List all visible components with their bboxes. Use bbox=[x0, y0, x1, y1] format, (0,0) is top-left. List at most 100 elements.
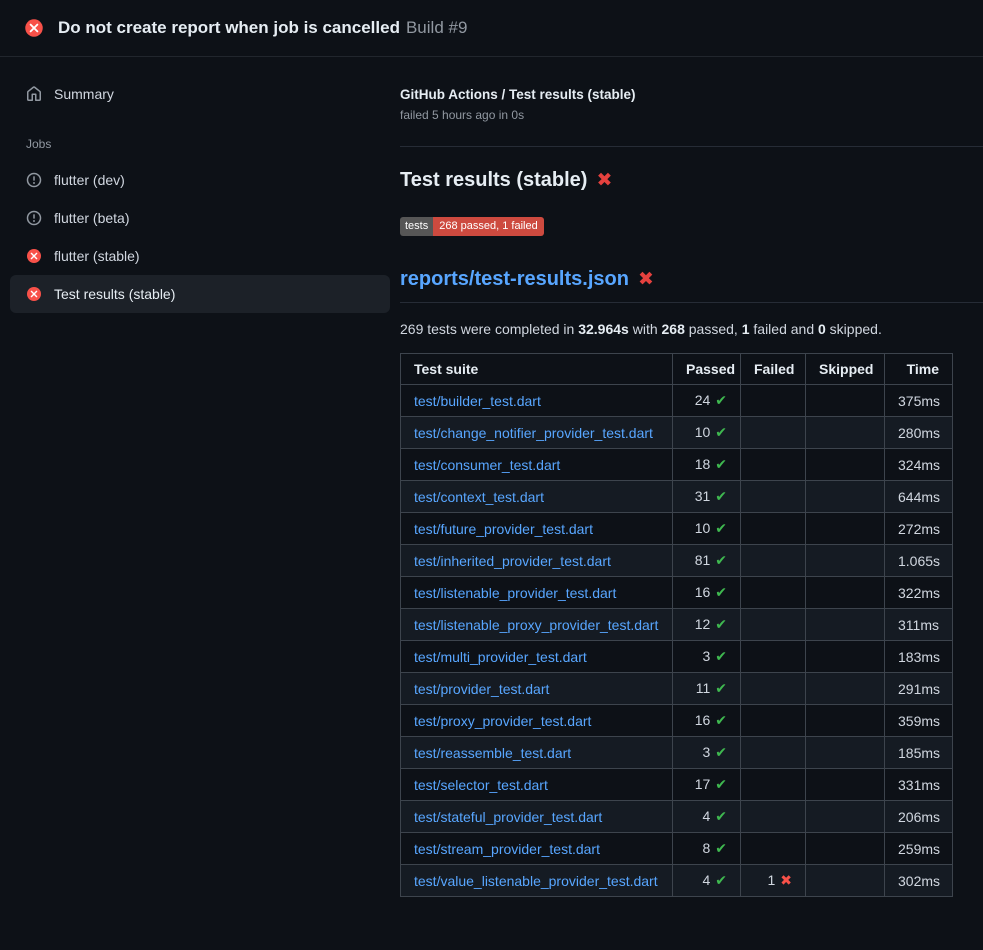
passed-count: 11 bbox=[696, 680, 711, 696]
check-icon: ✔ bbox=[715, 808, 727, 824]
check-icon: ✔ bbox=[715, 392, 727, 408]
table-row: test/listenable_provider_test.dart 16✔ 3… bbox=[401, 577, 953, 609]
time-cell: 1.065s bbox=[885, 545, 953, 577]
suite-link[interactable]: test/proxy_provider_test.dart bbox=[414, 713, 591, 729]
sidebar-item-test-results-stable[interactable]: Test results (stable) bbox=[10, 275, 390, 313]
suite-cell: test/multi_provider_test.dart bbox=[401, 641, 673, 673]
suite-link[interactable]: test/selector_test.dart bbox=[414, 777, 548, 793]
skipped-cell bbox=[806, 769, 885, 801]
time-cell: 359ms bbox=[885, 705, 953, 737]
suite-link[interactable]: test/future_provider_test.dart bbox=[414, 521, 593, 537]
passed-cell: 10✔ bbox=[673, 513, 741, 545]
suite-link[interactable]: test/change_notifier_provider_test.dart bbox=[414, 425, 653, 441]
col-header-test-suite: Test suite bbox=[401, 354, 673, 385]
check-icon: ✔ bbox=[715, 584, 727, 600]
suite-cell: test/proxy_provider_test.dart bbox=[401, 705, 673, 737]
passed-count: 3 bbox=[702, 744, 710, 760]
check-icon: ✔ bbox=[715, 616, 727, 632]
check-run-title: Do not create report when job is cancell… bbox=[58, 18, 400, 37]
job-label: flutter (dev) bbox=[54, 172, 125, 188]
build-number: Build #9 bbox=[406, 18, 467, 37]
suite-cell: test/value_listenable_provider_test.dart bbox=[401, 865, 673, 897]
check-icon: ✔ bbox=[715, 552, 727, 568]
suite-link[interactable]: test/reassemble_test.dart bbox=[414, 745, 571, 761]
suite-link[interactable]: test/builder_test.dart bbox=[414, 393, 541, 409]
table-row: test/inherited_provider_test.dart 81✔ 1.… bbox=[401, 545, 953, 577]
job-label: flutter (beta) bbox=[54, 210, 129, 226]
suite-link[interactable]: test/stream_provider_test.dart bbox=[414, 841, 600, 857]
time-cell: 324ms bbox=[885, 449, 953, 481]
skipped-cell bbox=[806, 737, 885, 769]
run-status-text: failed 5 hours ago in 0s bbox=[400, 108, 983, 122]
table-row: test/selector_test.dart 17✔ 331ms bbox=[401, 769, 953, 801]
check-icon: ✔ bbox=[715, 744, 727, 760]
passed-count: 10 bbox=[695, 520, 711, 536]
sidebar-item-flutter-beta[interactable]: flutter (beta) bbox=[10, 199, 390, 237]
time-cell: 185ms bbox=[885, 737, 953, 769]
passed-cell: 31✔ bbox=[673, 481, 741, 513]
skipped-cell bbox=[806, 641, 885, 673]
failed-cell: 1✖ bbox=[741, 865, 806, 897]
skipped-cell bbox=[806, 385, 885, 417]
passed-count: 16 bbox=[695, 712, 711, 728]
failed-cell bbox=[741, 737, 806, 769]
suite-link[interactable]: test/inherited_provider_test.dart bbox=[414, 553, 611, 569]
passed-count: 18 bbox=[695, 456, 711, 472]
passed-count: 3 bbox=[702, 648, 710, 664]
suite-link[interactable]: test/listenable_proxy_provider_test.dart bbox=[414, 617, 658, 633]
neutral-status-icon bbox=[26, 172, 42, 188]
report-heading: reports/test-results.json ✖ bbox=[400, 268, 983, 303]
jobs-section-heading: Jobs bbox=[26, 137, 390, 151]
table-row: test/future_provider_test.dart 10✔ 272ms bbox=[401, 513, 953, 545]
failed-cell bbox=[741, 513, 806, 545]
time-cell: 331ms bbox=[885, 769, 953, 801]
time-cell: 311ms bbox=[885, 609, 953, 641]
check-icon: ✔ bbox=[715, 680, 727, 696]
failed-status-icon bbox=[26, 248, 42, 264]
passed-cell: 16✔ bbox=[673, 577, 741, 609]
suite-link[interactable]: test/listenable_provider_test.dart bbox=[414, 585, 616, 601]
check-icon: ✔ bbox=[715, 424, 727, 440]
skipped-cell bbox=[806, 545, 885, 577]
page-title: Do not create report when job is cancell… bbox=[58, 18, 467, 38]
badge-row: tests 268 passed, 1 failed bbox=[400, 216, 983, 236]
sidebar-item-flutter-dev[interactable]: flutter (dev) bbox=[10, 161, 390, 199]
suite-link[interactable]: test/value_listenable_provider_test.dart bbox=[414, 873, 658, 889]
sidebar-item-summary[interactable]: Summary bbox=[10, 77, 390, 111]
skipped-cell bbox=[806, 577, 885, 609]
suite-link[interactable]: test/provider_test.dart bbox=[414, 681, 549, 697]
passed-cell: 4✔ bbox=[673, 865, 741, 897]
passed-cell: 11✔ bbox=[673, 673, 741, 705]
failed-status-icon bbox=[26, 286, 42, 302]
suite-link[interactable]: test/consumer_test.dart bbox=[414, 457, 560, 473]
passed-count: 4 bbox=[702, 872, 710, 888]
passed-cell: 16✔ bbox=[673, 705, 741, 737]
time-cell: 206ms bbox=[885, 801, 953, 833]
report-link[interactable]: reports/test-results.json bbox=[400, 268, 629, 291]
failed-cell bbox=[741, 449, 806, 481]
skipped-cell bbox=[806, 801, 885, 833]
failed-cell bbox=[741, 801, 806, 833]
table-row: test/reassemble_test.dart 3 ✔ 185ms bbox=[401, 737, 953, 769]
check-icon: ✔ bbox=[715, 520, 727, 536]
suite-cell: test/change_notifier_provider_test.dart bbox=[401, 417, 673, 449]
sidebar-item-flutter-stable[interactable]: flutter (stable) bbox=[10, 237, 390, 275]
failed-cell bbox=[741, 673, 806, 705]
tests-badge: tests 268 passed, 1 failed bbox=[400, 217, 544, 236]
failed-count: 1 bbox=[767, 872, 775, 888]
table-row: test/multi_provider_test.dart 3✔ 183ms bbox=[401, 641, 953, 673]
section-divider bbox=[400, 146, 983, 147]
suite-cell: test/listenable_proxy_provider_test.dart bbox=[401, 609, 673, 641]
time-cell: 280ms bbox=[885, 417, 953, 449]
suite-cell: test/consumer_test.dart bbox=[401, 449, 673, 481]
suite-link[interactable]: test/stateful_provider_test.dart bbox=[414, 809, 602, 825]
sidebar-summary-label: Summary bbox=[54, 86, 114, 102]
skipped-cell bbox=[806, 481, 885, 513]
time-cell: 322ms bbox=[885, 577, 953, 609]
suite-link[interactable]: test/context_test.dart bbox=[414, 489, 544, 505]
table-row: test/stream_provider_test.dart 8✔ 259ms bbox=[401, 833, 953, 865]
passed-count: 24 bbox=[695, 392, 711, 408]
passed-cell: 4✔ bbox=[673, 801, 741, 833]
suite-link[interactable]: test/multi_provider_test.dart bbox=[414, 649, 587, 665]
passed-cell: 10✔ bbox=[673, 417, 741, 449]
